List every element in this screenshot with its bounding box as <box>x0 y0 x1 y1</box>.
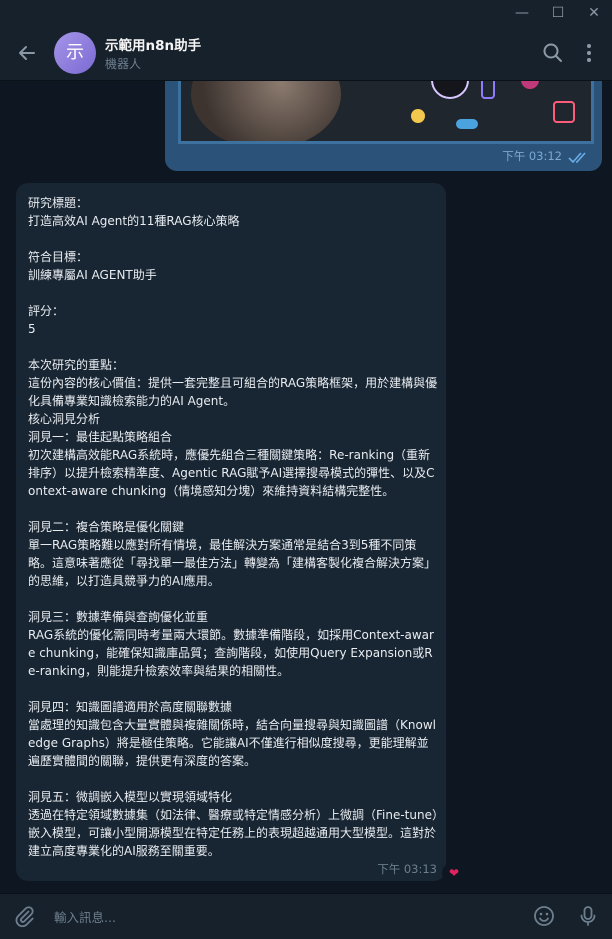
window-titlebar: — ☐ ✕ <box>0 0 612 26</box>
message-text: 研究標題： 打造高效AI Agent的11種RAG核心策略 符合目標： 訓練專屬… <box>28 196 438 858</box>
image-decoration <box>521 81 539 89</box>
image-decoration <box>553 101 575 123</box>
message-list[interactable]: 下午 03:12 研究標題： 打造高效AI Agent的11種RAG核心策略 符… <box>0 81 612 893</box>
maximize-button[interactable]: ☐ <box>540 0 576 26</box>
search-icon[interactable] <box>540 40 566 66</box>
minimize-button[interactable]: — <box>504 0 540 26</box>
message-time: 下午 03:13 <box>377 862 437 876</box>
chat-header: 示 示範用n8n助手 機器人 <box>0 26 612 81</box>
message-input[interactable] <box>52 905 496 929</box>
emoji-icon[interactable] <box>532 904 556 928</box>
message-composer <box>0 893 612 939</box>
more-vertical-icon[interactable] <box>576 40 602 66</box>
image-decoration <box>411 109 425 123</box>
chat-subtitle: 機器人 <box>105 57 142 71</box>
image-decoration <box>431 81 469 99</box>
microphone-icon[interactable] <box>576 904 600 928</box>
heart-reaction-icon[interactable]: ❤ <box>442 863 466 883</box>
message-time: 下午 03:12 <box>502 149 562 163</box>
incoming-message[interactable]: 研究標題： 打造高效AI Agent的11種RAG核心策略 符合目標： 訓練專屬… <box>16 183 446 881</box>
double-check-icon <box>568 152 586 164</box>
back-arrow-icon[interactable] <box>13 39 41 67</box>
chat-title[interactable]: 示範用n8n助手 <box>105 34 201 54</box>
avatar[interactable]: 示 <box>54 32 96 74</box>
message-image[interactable] <box>178 81 594 144</box>
paperclip-icon[interactable] <box>12 904 36 928</box>
image-person-graphic <box>191 81 341 141</box>
close-button[interactable]: ✕ <box>576 0 612 26</box>
outgoing-message[interactable]: 下午 03:12 <box>165 81 602 171</box>
image-decoration <box>456 119 478 129</box>
image-decoration <box>481 81 495 99</box>
